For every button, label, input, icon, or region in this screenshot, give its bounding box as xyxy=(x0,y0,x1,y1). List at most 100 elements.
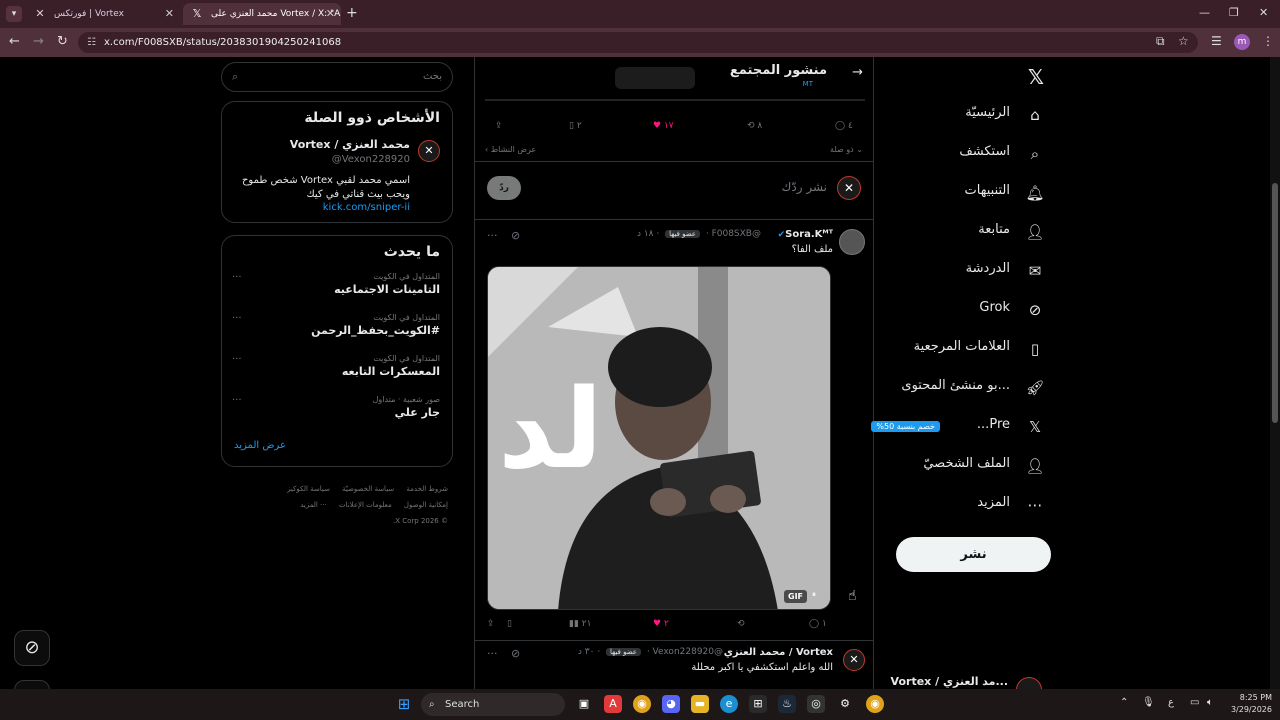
footer-link[interactable]: سياسة الكوكيز xyxy=(287,485,330,493)
folder-icon[interactable]: ▬ xyxy=(691,695,709,713)
repost-action[interactable]: ⟲ ٨ xyxy=(747,121,762,131)
tab-search-button[interactable]: ▾ xyxy=(6,6,22,22)
related-user-name[interactable]: محمد العنزي / Vortex xyxy=(290,138,410,151)
nav-chat[interactable]: ✉ الدردشة xyxy=(888,258,1058,288)
back-arrow-icon[interactable]: → xyxy=(852,65,863,80)
nav-creator[interactable]: 🚀︎ ...بو منشئ المحتوى xyxy=(888,375,1058,405)
scroll-thumb[interactable] xyxy=(1272,183,1278,423)
install-app-icon[interactable]: ⧉ xyxy=(1156,34,1165,49)
footer-link[interactable]: معلومات الإعلانات xyxy=(339,501,392,509)
reading-list-icon[interactable]: ☰ xyxy=(1211,34,1222,48)
share-icon[interactable]: ⇪ xyxy=(495,121,503,131)
tweet-media-gif[interactable]: لد GIF ⏸ xyxy=(487,266,831,610)
grok-floating-button[interactable]: ⊘ xyxy=(14,630,50,666)
reply-action[interactable]: ◯ ١ xyxy=(809,619,827,629)
windows-start-icon[interactable]: ⊞ xyxy=(395,695,413,713)
bookmark-icon[interactable]: ▯ xyxy=(507,619,512,629)
chrome-icon[interactable]: ◉ xyxy=(866,695,884,713)
show-more-link[interactable]: عرض المزيد xyxy=(222,432,452,461)
network-icon[interactable]: ▭ xyxy=(1190,697,1199,708)
x-logo-icon[interactable]: 𝕏 xyxy=(1028,65,1044,89)
discord-icon[interactable]: ◕ xyxy=(662,695,680,713)
nav-explore[interactable]: ⌕ استكشف xyxy=(888,141,1058,171)
search-input[interactable]: ⌕ بحث xyxy=(221,62,453,92)
grok-icon[interactable]: ⊘ xyxy=(511,647,520,660)
browser-tab-vortex[interactable]: ✕ فورتكس | Vortex ✕ xyxy=(26,3,180,25)
activity-link[interactable]: ‹ عرض النشاط xyxy=(485,145,536,154)
messages-drawer-button[interactable] xyxy=(14,680,50,689)
nav-notifications[interactable]: 🔔︎ التنبيهات xyxy=(888,180,1058,210)
tweet-author-name[interactable]: محمد العنزي / Vortex xyxy=(724,647,833,658)
nav-bookmarks[interactable]: ▯ العلامات المرجعية xyxy=(888,336,1058,366)
related-dropdown[interactable]: ذو صلة ⌄ xyxy=(830,145,863,154)
more-dots-icon[interactable]: ··· xyxy=(232,313,242,324)
tweet-author-name[interactable]: ✔Sora.Kᴹᵀ xyxy=(778,229,833,240)
address-bar[interactable]: ☷ x.com/F008SXB/status/20383019042502410… xyxy=(78,32,1198,53)
views-action[interactable]: ▮▮ ٢١ xyxy=(569,619,591,629)
related-user[interactable]: ✕ محمد العنزي / Vortex @Vexon228920 اسمي… xyxy=(222,126,452,222)
more-dots-icon[interactable]: ··· xyxy=(232,354,242,365)
nav-premium[interactable]: 𝕏 Pre... خصم بنسبة 50% xyxy=(871,414,1058,444)
settings-icon[interactable]: ⚙ xyxy=(836,695,854,713)
steam-icon[interactable]: ♨ xyxy=(778,695,796,713)
reply-button[interactable]: ردّ xyxy=(487,176,521,200)
pause-icon[interactable]: ⏸ xyxy=(812,590,816,600)
avatar[interactable] xyxy=(839,229,865,255)
close-tab-icon[interactable]: ✕ xyxy=(326,3,335,25)
more-dots-icon[interactable]: ··· xyxy=(232,272,242,283)
menu-icon[interactable]: ⋮ xyxy=(1262,34,1274,48)
volume-icon[interactable]: 🔈︎ xyxy=(1207,697,1213,708)
browser-tab-x[interactable]: 𝕏 محمد العنزي على Vortex / X: "Al ✕ xyxy=(183,3,341,25)
mic-icon[interactable]: 🎙︎ xyxy=(1142,697,1155,708)
more-dots-icon[interactable]: ··· xyxy=(232,395,242,406)
app-icon[interactable]: A xyxy=(604,695,622,713)
trend-item[interactable]: المتداول في الكويت المعسكرات التابعه ··· xyxy=(222,350,452,391)
new-tab-button[interactable]: + xyxy=(346,5,358,21)
repost-icon[interactable]: ⟲ xyxy=(737,619,745,629)
task-view-icon[interactable]: ▣ xyxy=(575,695,593,713)
more-dots-icon[interactable]: ··· xyxy=(487,647,498,660)
footer-link[interactable]: إمكانية الوصول xyxy=(404,501,448,509)
close-tab-icon[interactable]: ✕ xyxy=(165,3,174,25)
chrome-icon[interactable]: ◉ xyxy=(633,695,651,713)
nav-profile[interactable]: 👤︎ الملف الشخصيّ xyxy=(888,453,1058,483)
footer-link[interactable]: ··· المزيد xyxy=(300,501,327,509)
language-indicator[interactable]: ع xyxy=(1168,697,1174,708)
system-clock[interactable]: 8:25 PM 3/29/2026 xyxy=(1226,692,1272,716)
reply-input[interactable]: نشر ردّك xyxy=(781,180,827,194)
nav-more[interactable]: ⋯ المزيد xyxy=(888,492,1058,522)
like-action[interactable]: ♥ ١٧ xyxy=(653,121,674,131)
grok-icon[interactable]: ⊘ xyxy=(511,229,520,242)
profile-avatar[interactable]: m xyxy=(1234,34,1250,50)
trend-item[interactable]: صور شعبية · متداول جار علي ··· xyxy=(222,391,452,432)
nav-grok[interactable]: ⊘ Grok xyxy=(888,297,1058,327)
more-dots-icon[interactable]: ··· xyxy=(487,229,498,242)
reload-icon[interactable]: ↻ xyxy=(57,34,68,49)
forward-icon[interactable]: → xyxy=(33,34,44,49)
bookmark-action[interactable]: ▯ ٢ xyxy=(569,121,582,131)
app-icon[interactable]: ◎ xyxy=(807,695,825,713)
close-window-icon[interactable]: ✕ xyxy=(1259,6,1268,19)
reply-action[interactable]: ◯ ٤ xyxy=(835,121,853,131)
back-icon[interactable]: ← xyxy=(9,34,20,49)
bookmark-star-icon[interactable]: ☆ xyxy=(1178,34,1189,48)
account-switcher-name[interactable]: ...مد العنزي / Vortex xyxy=(891,675,1008,688)
trend-item[interactable]: المتداول في الكويت التامينات الاجتماعيه … xyxy=(222,268,452,309)
restore-icon[interactable]: ❐ xyxy=(1229,6,1239,19)
avatar[interactable]: ✕ xyxy=(418,140,440,162)
minimize-icon[interactable]: — xyxy=(1199,6,1210,19)
avatar[interactable]: ✕ xyxy=(843,649,865,671)
chevron-up-icon[interactable]: ⌃ xyxy=(1120,697,1128,708)
related-user-link[interactable]: kick.com/sniper-ii xyxy=(323,202,410,213)
footer-link[interactable]: سياسة الخصوصيّة xyxy=(342,485,394,493)
share-icon[interactable]: ⇪ xyxy=(487,619,495,629)
footer-link[interactable]: شروط الخدمة xyxy=(406,485,448,493)
page-scrollbar[interactable] xyxy=(1270,57,1280,689)
avatar[interactable] xyxy=(1016,677,1042,689)
trend-item[interactable]: المتداول في الكويت #الكويت_بحفظ_الرحمن ·… xyxy=(222,309,452,350)
nav-home[interactable]: ⌂ الرئيسيّة xyxy=(888,102,1058,132)
nav-follow[interactable]: 👤︎ متابعة xyxy=(888,219,1058,249)
post-button[interactable]: نشر xyxy=(896,537,1051,572)
like-action[interactable]: ♥ ٢ xyxy=(653,619,669,629)
site-info-icon[interactable]: ☷ xyxy=(87,32,96,53)
